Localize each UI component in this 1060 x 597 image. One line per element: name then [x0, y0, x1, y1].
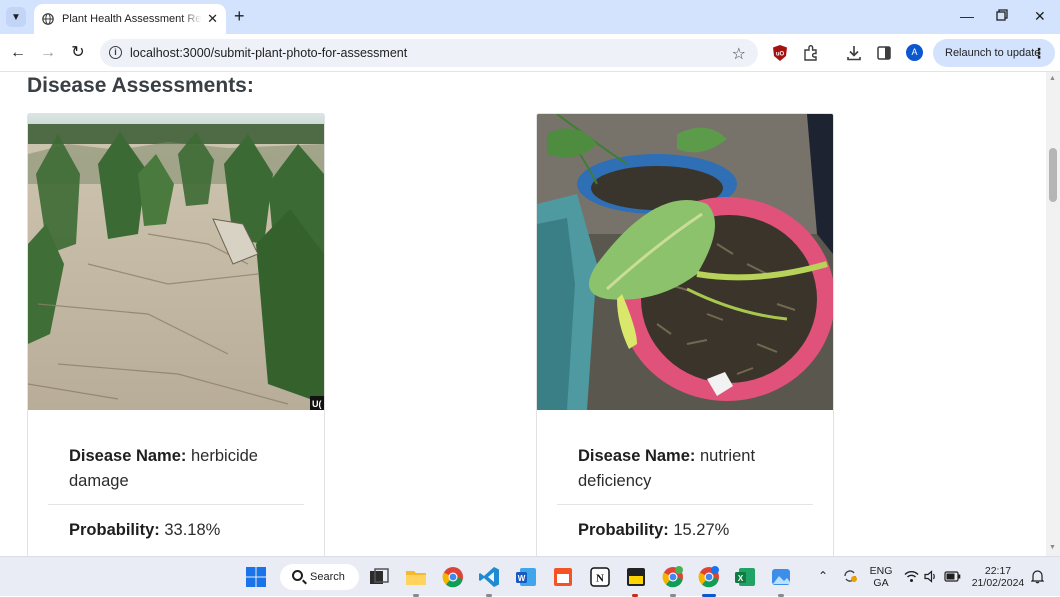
bookmark-star-icon[interactable]: ☆ [732, 44, 746, 64]
wifi-icon[interactable] [904, 570, 919, 583]
relaunch-to-update-button[interactable]: Relaunch to update ⋮ [933, 39, 1055, 67]
close-window-button[interactable]: ✕ [1034, 7, 1046, 25]
tab-active[interactable]: Plant Health Assessment Results ✕ [34, 4, 226, 34]
side-panel-icon[interactable] [876, 44, 892, 62]
scrollbar-thumb[interactable] [1049, 148, 1057, 202]
probability-value: 33.18% [164, 521, 221, 539]
chevron-down-icon: ▼ [11, 11, 21, 23]
chrome-profile-icon[interactable] [662, 566, 684, 588]
battery-icon[interactable] [944, 571, 961, 582]
close-tab-icon[interactable]: ✕ [207, 12, 218, 25]
clock-time: 22:17 [984, 565, 1012, 577]
scroll-down-arrow-icon[interactable]: ▼ [1049, 544, 1056, 551]
sync-icon[interactable] [842, 568, 858, 584]
probability-label: Probability: [578, 521, 669, 539]
tab-title: Plant Health Assessment Results [62, 13, 202, 25]
browser-toolbar: ← → ↻ i localhost:3000/submit-plant-phot… [0, 34, 1060, 72]
svg-text:N: N [596, 573, 604, 585]
disease-name-label: Disease Name: [578, 447, 696, 465]
extensions-puzzle-icon[interactable] [803, 44, 819, 62]
tab-search-button[interactable]: ▼ [6, 7, 26, 27]
clock-date: 21/02/2024 [971, 577, 1025, 589]
disease-name-field: Disease Name: herbicide damage [48, 444, 304, 494]
site-info-icon[interactable]: i [109, 46, 122, 59]
assessment-card: Disease Name: nutrient deficiency Probab… [536, 113, 834, 556]
taskbar-search[interactable]: Search [280, 564, 359, 590]
svg-text:X: X [738, 574, 744, 583]
excel-icon[interactable]: X [734, 566, 756, 588]
disease-name-label: Disease Name: [69, 447, 187, 465]
tab-strip: ▼ Plant Health Assessment Results ✕ + — … [0, 0, 1060, 34]
chrome-active-icon[interactable] [698, 566, 720, 588]
assessment-details: Disease Name: herbicide damage Probabili… [48, 444, 304, 543]
vscode-icon[interactable] [478, 566, 500, 588]
divider [48, 504, 304, 505]
probability-value: 15.27% [673, 521, 730, 539]
windows-taskbar: Search W N X ⌃ ENG GA 22:17 21/02/2024 [0, 556, 1060, 597]
chrome-icon[interactable] [442, 566, 464, 588]
probability-field: Probability: 15.27% [557, 518, 813, 543]
globe-icon [42, 13, 54, 25]
page-viewport: Disease Assessments: U(Disease Name: he… [0, 72, 1046, 556]
language-indicator[interactable]: ENG GA [868, 565, 894, 589]
word-icon[interactable]: W [515, 566, 537, 588]
page-heading: Disease Assessments: [27, 74, 254, 97]
url-text[interactable]: localhost:3000/submit-plant-photo-for-as… [130, 46, 407, 60]
chevron-up-icon[interactable]: ⌃ [818, 569, 828, 583]
ublock-shield-icon[interactable]: uO [772, 44, 788, 62]
probability-label: Probability: [69, 521, 160, 539]
plant-photo-taro-pot [537, 114, 833, 410]
volume-icon[interactable] [924, 570, 938, 583]
file-explorer-icon[interactable] [405, 566, 427, 588]
clock[interactable]: 22:17 21/02/2024 [970, 565, 1026, 589]
sticky-notes-icon[interactable] [625, 566, 647, 588]
address-bar[interactable]: i localhost:3000/submit-plant-photo-for-… [100, 39, 758, 67]
taskbar-search-label: Search [310, 571, 345, 583]
relaunch-label: Relaunch to update [945, 47, 1041, 59]
notification-bell-icon[interactable] [1031, 569, 1044, 584]
svg-text:W: W [518, 574, 526, 583]
windows-start-icon[interactable] [245, 566, 267, 588]
new-tab-button[interactable]: + [234, 7, 245, 25]
restore-button[interactable] [996, 7, 1008, 25]
language-primary: ENG [869, 565, 893, 577]
download-icon[interactable] [846, 44, 862, 62]
photos-icon[interactable] [770, 566, 792, 588]
forward-button[interactable]: → [38, 43, 58, 63]
assessment-details: Disease Name: nutrient deficiency Probab… [557, 444, 813, 543]
calendar-app-icon[interactable] [552, 566, 574, 588]
more-menu-icon[interactable]: ⋮ [1032, 39, 1046, 67]
plant-photo-pine-field: U( [28, 114, 324, 410]
image-badge: U( [312, 399, 322, 409]
task-view-icon[interactable] [368, 566, 390, 588]
minimize-button[interactable]: — [960, 7, 974, 25]
reload-button[interactable]: ↻ [68, 43, 88, 63]
back-button[interactable]: ← [8, 43, 28, 63]
assessment-card: U( Disease Name: herbicide damage Probab… [27, 113, 325, 556]
vertical-scrollbar[interactable]: ▲ ▼ [1046, 72, 1060, 556]
profile-avatar[interactable]: A [906, 44, 923, 61]
restore-icon [996, 9, 1008, 21]
probability-field: Probability: 33.18% [48, 518, 304, 543]
search-icon [292, 570, 303, 581]
divider [557, 504, 813, 505]
disease-name-field: Disease Name: nutrient deficiency [557, 444, 813, 494]
notion-icon[interactable]: N [589, 566, 611, 588]
svg-text:uO: uO [776, 52, 785, 58]
language-secondary: GA [873, 577, 889, 589]
scroll-up-arrow-icon[interactable]: ▲ [1049, 75, 1056, 82]
